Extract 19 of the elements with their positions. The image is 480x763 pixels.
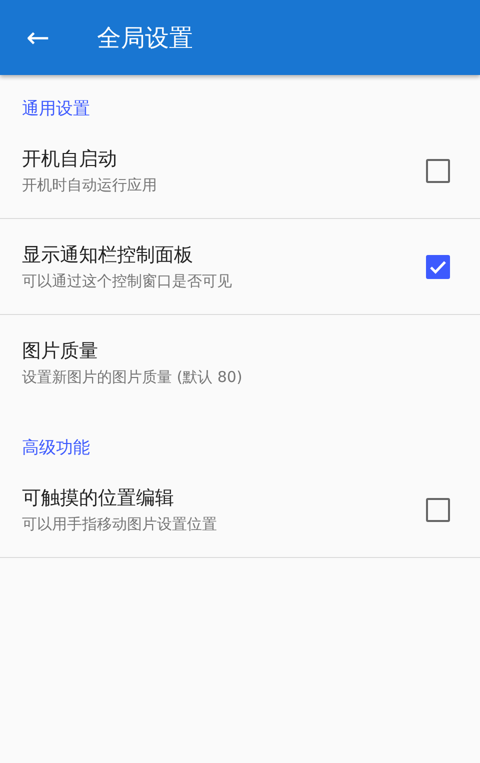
setting-summary: 开机时自动运行应用: [22, 174, 158, 196]
settings-item[interactable]: 可触摸的位置编辑 可以用手指移动图片设置位置: [0, 462, 480, 558]
back-button[interactable]: ←: [22, 18, 54, 58]
settings-item[interactable]: 显示通知栏控制面板 可以通过这个控制窗口是否可见: [0, 219, 480, 315]
setting-summary: 设置新图片的图片质量 (默认 80): [22, 367, 244, 388]
settings-item[interactable]: 开机自启动 开机时自动运行应用: [0, 123, 480, 219]
setting-summary: 可以通过这个控制窗口是否可见: [22, 270, 233, 292]
setting-title: 显示通知栏控制面板: [22, 242, 194, 268]
setting-title: 可触摸的位置编辑: [22, 486, 175, 510]
setting-title: 图片质量: [22, 339, 99, 364]
section-header: 高级功能: [21, 437, 91, 460]
checkbox[interactable]: [426, 158, 450, 182]
checkbox[interactable]: [426, 498, 450, 522]
setting-summary: 可以用手指移动图片设置位置: [22, 514, 218, 534]
section-header: 通用设置: [21, 98, 91, 121]
setting-title: 开机自启动: [22, 146, 118, 172]
screen-title: 全局设置: [97, 22, 193, 54]
checkbox[interactable]: [426, 254, 450, 278]
settings-item[interactable]: 图片质量 设置新图片的图片质量 (默认 80): [0, 315, 480, 411]
